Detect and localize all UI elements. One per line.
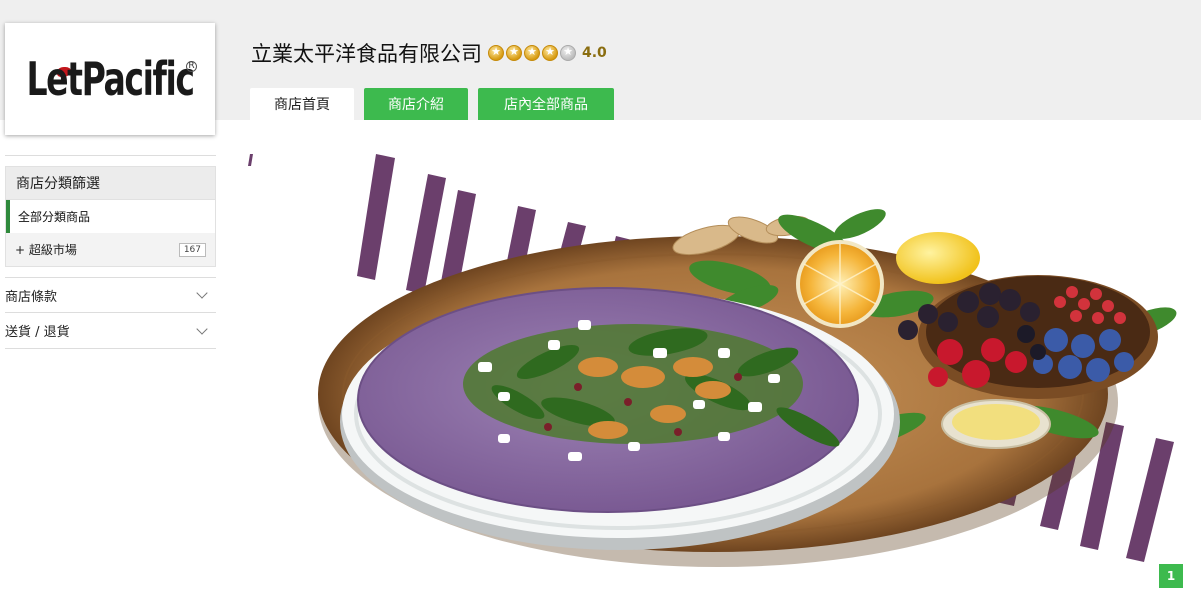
store-logo[interactable]: LetPacific R [5, 23, 215, 135]
category-item-label: + 超級市場 [15, 243, 77, 257]
accordion-store-terms[interactable]: 商店條款 [5, 277, 216, 313]
food-banner-image[interactable] [248, 152, 1201, 592]
category-item-supermarket[interactable]: + 超級市場 167 [6, 233, 215, 266]
banner-illustration [248, 154, 1177, 567]
tab-store-intro[interactable]: 商店介紹 [364, 88, 468, 120]
star-icon [488, 45, 504, 61]
tab-store-home[interactable]: 商店首頁 [250, 88, 354, 120]
sidebar: 商店分類篩選 全部分類商品 + 超級市場 167 商店條款 送貨 / 退貨 [5, 155, 216, 349]
star-empty-icon [560, 45, 576, 61]
registered-mark-icon: R [186, 61, 197, 72]
star-icon [524, 45, 540, 61]
accordion-label: 送貨 / 退貨 [5, 325, 70, 340]
store-name: 立業太平洋食品有限公司 [251, 42, 482, 66]
star-icon [542, 45, 558, 61]
tab-all-products[interactable]: 店內全部商品 [478, 88, 614, 120]
logo-wordmark: LetPacific [26, 52, 195, 106]
store-title: 立業太平洋食品有限公司 4.0 [251, 38, 607, 68]
star-icon [506, 45, 522, 61]
category-filter-panel: 商店分類篩選 全部分類商品 + 超級市場 167 [5, 166, 216, 267]
rating-stars [488, 45, 576, 61]
accordion-label: 商店條款 [5, 289, 58, 305]
category-count-badge: 167 [178, 242, 206, 257]
divider [5, 155, 216, 166]
chevron-down-icon [196, 287, 208, 299]
slide-page-indicator[interactable]: 1 [1159, 564, 1183, 588]
chevron-down-icon [196, 322, 208, 335]
store-tabs: 商店首頁 商店介紹 店內全部商品 [250, 88, 614, 120]
category-filter-header: 商店分類篩選 [6, 167, 215, 200]
accordion-shipping-returns[interactable]: 送貨 / 退貨 [5, 313, 216, 349]
rating-value: 4.0 [582, 45, 607, 61]
category-all-products[interactable]: 全部分類商品 [6, 200, 215, 233]
